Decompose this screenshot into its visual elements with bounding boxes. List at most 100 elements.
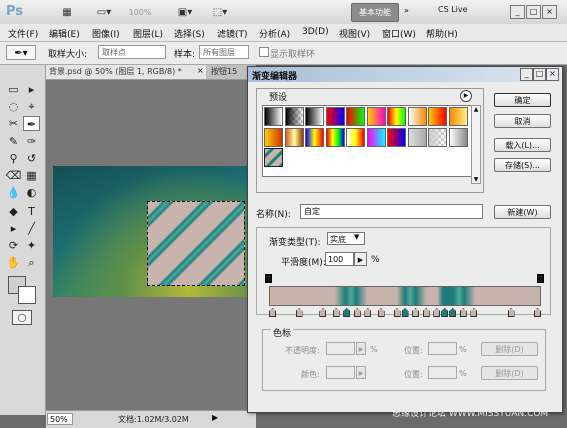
new-button[interactable]: 新建(W) bbox=[494, 205, 551, 219]
show-ring-checkbox[interactable] bbox=[259, 47, 269, 57]
menu-filter[interactable]: 滤镜(T) bbox=[217, 27, 248, 40]
name-input[interactable]: 自定 bbox=[300, 204, 483, 219]
preset-swatch[interactable] bbox=[407, 127, 427, 147]
blur-tool-icon[interactable]: 💧 bbox=[5, 185, 22, 200]
zoom-tool-icon[interactable]: ⌕ bbox=[23, 255, 40, 270]
preset-swatch[interactable] bbox=[448, 107, 468, 126]
path-select-tool-icon[interactable]: ▸ bbox=[5, 221, 22, 236]
preset-swatch[interactable] bbox=[325, 107, 345, 126]
preset-scrollbar[interactable] bbox=[471, 105, 481, 184]
eraser-tool-icon[interactable]: ⌫ bbox=[5, 168, 22, 183]
dialog-minimize-button[interactable]: _ bbox=[520, 68, 533, 81]
menu-edit[interactable]: 编辑(E) bbox=[49, 27, 80, 40]
type-tool-icon[interactable]: T bbox=[23, 204, 40, 219]
history-brush-tool-icon[interactable]: ↺ bbox=[23, 151, 40, 166]
gradient-preview-bar[interactable] bbox=[269, 286, 541, 306]
background-color-swatch[interactable] bbox=[18, 286, 36, 304]
crop-tool-icon[interactable]: ✂ bbox=[5, 116, 22, 131]
status-menu-arrow-icon[interactable]: ▶ bbox=[212, 413, 218, 422]
hand-tool-icon[interactable]: ✋ bbox=[5, 255, 22, 270]
maximize-button[interactable]: □ bbox=[526, 5, 541, 19]
preset-swatch[interactable] bbox=[428, 127, 447, 147]
preset-swatch[interactable] bbox=[284, 107, 304, 126]
preset-swatch[interactable] bbox=[264, 127, 283, 147]
preset-swatch[interactable] bbox=[428, 107, 447, 126]
color-arrow-icon[interactable]: ▶ bbox=[356, 366, 366, 379]
3d-rotate-tool-icon[interactable]: ⟳ bbox=[5, 238, 22, 253]
menu-layer[interactable]: 图层(L) bbox=[133, 27, 163, 40]
menu-image[interactable]: 图像(I) bbox=[92, 27, 120, 40]
cs-live-button[interactable]: CS Live bbox=[438, 5, 468, 14]
delete-opacity-stop-button[interactable]: 删除(D) bbox=[481, 342, 538, 356]
preset-swatch[interactable] bbox=[346, 107, 365, 126]
preset-swatch[interactable] bbox=[325, 127, 345, 147]
pen-tool-icon[interactable]: ◆ bbox=[5, 204, 22, 219]
smoothness-input[interactable]: 100 bbox=[325, 252, 354, 266]
preset-swatch[interactable] bbox=[366, 107, 386, 126]
screen-mode-icon[interactable]: ⬚▾ bbox=[207, 4, 233, 21]
scroll-up-icon[interactable]: ▲ bbox=[472, 106, 480, 113]
preset-swatch[interactable] bbox=[366, 127, 386, 147]
marquee-tool-icon[interactable]: ▭ bbox=[5, 82, 22, 97]
eyedropper-preset-icon[interactable]: ✒▾ bbox=[6, 45, 36, 60]
opacity-arrow-icon[interactable]: ▶ bbox=[356, 342, 366, 355]
lasso-tool-icon[interactable]: ◌ bbox=[5, 99, 22, 114]
menu-window[interactable]: 窗口(W) bbox=[382, 27, 416, 40]
ok-button[interactable]: 确定 bbox=[494, 93, 551, 107]
menu-select[interactable]: 选择(S) bbox=[174, 27, 205, 40]
quick-select-tool-icon[interactable]: ⌖ bbox=[23, 99, 40, 114]
preset-swatch[interactable] bbox=[284, 127, 304, 147]
cancel-button[interactable]: 取消 bbox=[494, 114, 551, 128]
healing-brush-tool-icon[interactable]: ✎ bbox=[5, 134, 22, 149]
preset-swatch[interactable] bbox=[387, 127, 406, 147]
preset-swatch[interactable] bbox=[305, 107, 324, 126]
color-field[interactable] bbox=[326, 366, 355, 379]
save-button[interactable]: 存储(S)... bbox=[494, 158, 551, 172]
zoom-level[interactable]: 100% bbox=[126, 4, 154, 21]
preset-swatch[interactable] bbox=[387, 107, 406, 126]
load-button[interactable]: 载入(L)... bbox=[494, 138, 551, 152]
gradient-tool-icon[interactable]: ▦ bbox=[23, 168, 40, 183]
3d-orbit-tool-icon[interactable]: ✦ bbox=[23, 238, 40, 253]
minimize-button[interactable]: _ bbox=[510, 5, 525, 19]
arrange-documents-icon[interactable]: ▣▾ bbox=[172, 4, 198, 21]
document-tab-close-icon[interactable]: × bbox=[197, 66, 204, 75]
shape-tool-icon[interactable]: ╱ bbox=[23, 221, 40, 236]
close-window-button[interactable]: × bbox=[542, 5, 557, 19]
brush-tool-icon[interactable]: ✑ bbox=[23, 134, 40, 149]
clone-stamp-tool-icon[interactable]: ⚲ bbox=[5, 151, 22, 166]
opacity-stop-left[interactable] bbox=[265, 274, 272, 283]
eyedropper-tool-icon[interactable]: ✒ bbox=[23, 116, 40, 131]
workspace-button[interactable]: 基本功能 bbox=[351, 3, 399, 22]
dodge-tool-icon[interactable]: ◐ bbox=[23, 185, 40, 200]
gradient-type-dropdown-icon[interactable]: ▼ bbox=[354, 233, 359, 241]
dialog-maximize-button[interactable]: □ bbox=[533, 68, 546, 81]
opacity-field[interactable] bbox=[326, 342, 355, 355]
preset-swatch[interactable] bbox=[448, 127, 468, 147]
menu-file[interactable]: 文件(F) bbox=[8, 27, 38, 40]
preset-swatch[interactable] bbox=[264, 148, 283, 167]
document-tab-active[interactable]: 背景.psd @ 50% (图层 1, RGB/8) * bbox=[46, 65, 206, 79]
sample-select[interactable]: 所有图层 bbox=[199, 45, 249, 59]
menu-3d[interactable]: 3D(D) bbox=[302, 27, 329, 37]
preset-swatch[interactable] bbox=[407, 107, 427, 126]
opacity-stop-right[interactable] bbox=[537, 274, 544, 283]
delete-color-stop-button[interactable]: 删除(D) bbox=[481, 366, 538, 380]
presets-menu-arrow-icon[interactable]: ▶ bbox=[460, 90, 472, 102]
preset-swatch[interactable] bbox=[305, 127, 324, 147]
bridge-icon[interactable]: ▦ bbox=[57, 4, 77, 21]
view-extras-icon[interactable]: ▭▾ bbox=[92, 4, 116, 21]
move-tool-icon[interactable]: ▸ bbox=[23, 82, 40, 97]
preset-swatch[interactable] bbox=[346, 127, 365, 147]
scroll-down-icon[interactable]: ▼ bbox=[472, 176, 480, 183]
preset-swatch[interactable] bbox=[264, 107, 283, 126]
workspace-chevron-icon[interactable]: » bbox=[404, 6, 409, 15]
menu-analysis[interactable]: 分析(A) bbox=[259, 27, 290, 40]
quick-mask-icon[interactable]: ◯ bbox=[12, 310, 32, 325]
menu-view[interactable]: 视图(V) bbox=[339, 27, 370, 40]
smoothness-arrow-icon[interactable]: ▶ bbox=[354, 252, 367, 266]
color-location-field[interactable] bbox=[428, 366, 457, 379]
zoom-field[interactable]: 50% bbox=[47, 413, 73, 425]
selection-marquee[interactable] bbox=[147, 201, 245, 286]
sample-size-select[interactable]: 取样点 bbox=[98, 45, 166, 59]
